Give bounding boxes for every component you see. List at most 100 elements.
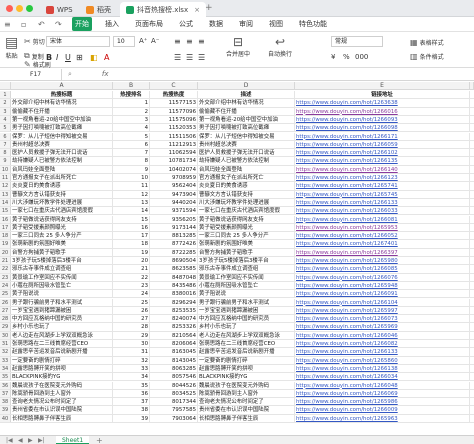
- row-number[interactable]: 9: [0, 157, 11, 165]
- table-cell[interactable]: https://www.douyin.com/hot/1265860: [295, 356, 470, 364]
- row-number[interactable]: 10: [0, 165, 11, 173]
- table-cell[interactable]: https://www.douyin.com/hot/1266048: [295, 381, 470, 389]
- table-cell[interactable]: 8813285: [150, 232, 198, 240]
- table-cell[interactable]: 贵州省委在市认识误中国陆院: [198, 406, 295, 414]
- first-sheet-icon[interactable]: |◀: [6, 436, 13, 444]
- table-cell[interactable]: 张萌新剧的氛围好唯美: [11, 240, 113, 248]
- table-cell[interactable]: 2: [113, 107, 150, 115]
- new-tab-icon[interactable]: +: [205, 3, 213, 13]
- column-title-cell[interactable]: 描述: [198, 91, 295, 99]
- table-cell[interactable]: 34: [113, 373, 150, 381]
- table-cell[interactable]: 官方通报女子在派出所死亡: [11, 174, 113, 182]
- table-cell[interactable]: https://www.douyin.com/hot/1266133: [295, 348, 470, 356]
- minimize-window-button[interactable]: [16, 5, 23, 12]
- add-sheet-icon[interactable]: +: [96, 436, 103, 444]
- row-number[interactable]: 21: [0, 257, 11, 265]
- table-cell[interactable]: https://www.douyin.com/hot/1266033: [295, 207, 470, 215]
- row-number[interactable]: 7: [0, 140, 11, 149]
- table-cell[interactable]: 8623585: [150, 265, 198, 273]
- table-cell[interactable]: 29: [113, 331, 150, 339]
- table-cell[interactable]: 张萌思路在二三线首席经营CEO: [198, 340, 295, 348]
- table-cell[interactable]: https://www.douyin.com/hot/1266098: [295, 124, 470, 132]
- table-cell[interactable]: 9440204: [150, 198, 198, 207]
- table-cell[interactable]: 11577096: [150, 107, 198, 115]
- table-cell[interactable]: 10: [113, 174, 150, 182]
- table-cell[interactable]: 台风玛娃全面登陆: [198, 165, 295, 173]
- table-cell[interactable]: 一家七口在重庆古代酒店宾馆度假: [198, 207, 295, 215]
- column-title-cell[interactable]: 热搜标题: [11, 91, 113, 99]
- table-cell[interactable]: 赵露思辛苦运发音后说新剧开播: [11, 348, 113, 356]
- table-cell[interactable]: https://www.douyin.com/hot/1266034: [295, 373, 470, 381]
- align-left-icon[interactable]: ☰: [174, 53, 181, 62]
- decrease-font-icon[interactable]: A⁻: [151, 37, 159, 45]
- table-style-button[interactable]: ▦ 表格样式: [410, 38, 444, 47]
- table-cell[interactable]: https://www.douyin.com/hot/1263638: [295, 99, 470, 107]
- row-number[interactable]: 30: [0, 331, 11, 339]
- table-cell[interactable]: 8487048: [150, 273, 198, 281]
- table-cell[interactable]: 8240074: [150, 315, 198, 323]
- row-number[interactable]: 16: [0, 215, 11, 223]
- font-name-select[interactable]: 宋体: [46, 36, 110, 47]
- row-number[interactable]: 8: [0, 149, 11, 157]
- table-cell[interactable]: https://www.douyin.com/hot/1266104: [295, 298, 470, 306]
- table-cell[interactable]: 8063285: [150, 364, 198, 373]
- table-cell[interactable]: 5: [113, 132, 150, 140]
- table-cell[interactable]: https://www.douyin.com/hot/1266085: [295, 265, 470, 273]
- table-cell[interactable]: 11062594: [150, 149, 198, 157]
- table-cell[interactable]: 16: [113, 223, 150, 232]
- table-cell[interactable]: 4: [113, 124, 150, 132]
- table-cell[interactable]: https://www.douyin.com/hot/1266082: [295, 340, 470, 348]
- font-size-select[interactable]: 10: [113, 36, 135, 47]
- table-cell[interactable]: https://www.douyin.com/hot/1266059: [295, 140, 470, 149]
- table-cell[interactable]: 38: [113, 406, 150, 414]
- paste-button[interactable]: ▤ 粘贴: [5, 35, 18, 60]
- table-cell[interactable]: 贵州村超总决赛: [11, 140, 113, 149]
- table-cell[interactable]: 8044526: [150, 381, 198, 389]
- table-cell[interactable]: 医护人员救援子弹无法开口说话: [11, 149, 113, 157]
- table-cell[interactable]: 保罗：从儿子短信中得知被交易: [198, 132, 295, 140]
- row-number[interactable]: 15: [0, 207, 11, 215]
- menu-home[interactable]: 开始: [72, 17, 92, 31]
- table-cell[interactable]: 25: [113, 298, 150, 306]
- conditional-format-button[interactable]: ▥ 条件格式: [410, 52, 444, 61]
- font-color-icon[interactable]: A: [104, 53, 109, 62]
- row-number[interactable]: 37: [0, 389, 11, 398]
- table-cell[interactable]: 偷偷藏不住开播: [198, 107, 295, 115]
- row-number[interactable]: 6: [0, 132, 11, 140]
- table-cell[interactable]: 8034525: [150, 389, 198, 398]
- table-cell[interactable]: 8253326: [150, 323, 198, 331]
- row-number[interactable]: 14: [0, 198, 11, 207]
- menu-insert[interactable]: 插入: [102, 17, 122, 31]
- maximize-window-button[interactable]: [26, 5, 33, 12]
- table-cell[interactable]: 39: [113, 414, 150, 422]
- table-cell[interactable]: 9708959: [150, 174, 198, 182]
- table-cell[interactable]: 台警方拘捕黄子韬歌手: [198, 248, 295, 256]
- table-cell[interactable]: 6: [113, 140, 150, 149]
- table-cell[interactable]: 18: [113, 240, 150, 248]
- table-cell[interactable]: 查询老夫情况公布时间定了: [198, 398, 295, 406]
- last-sheet-icon[interactable]: ▶|: [38, 436, 45, 444]
- table-cell[interactable]: 魏晨说孩子在医院变元外购码: [11, 381, 113, 389]
- table-cell[interactable]: https://www.douyin.com/hot/1266171: [295, 132, 470, 140]
- row-number[interactable]: 31: [0, 340, 11, 348]
- percent-icon[interactable]: %: [343, 53, 350, 61]
- table-cell[interactable]: https://www.douyin.com/hot/1267401: [295, 240, 470, 248]
- row-number[interactable]: 36: [0, 381, 11, 389]
- table-cell[interactable]: 3: [113, 115, 150, 124]
- table-cell[interactable]: 9473904: [150, 190, 198, 198]
- table-cell[interactable]: 张萌思路在二三线首席经营CEO: [11, 340, 113, 348]
- table-cell[interactable]: 一定要奋的剧情打碎: [198, 356, 295, 364]
- column-title-cell[interactable]: 链接地址: [295, 91, 470, 99]
- table-cell[interactable]: 黄子阻说说: [11, 290, 113, 298]
- table-cell[interactable]: 男子因打噴嚏被打致高位截瘫: [11, 124, 113, 132]
- tab-wps[interactable]: WPS: [40, 2, 79, 17]
- table-cell[interactable]: 8017344: [150, 398, 198, 406]
- table-cell[interactable]: 官方通报女子在派出所死亡: [198, 174, 295, 182]
- table-cell[interactable]: 一定要奋的剧情打碎: [11, 356, 113, 364]
- row-number[interactable]: 28: [0, 315, 11, 323]
- table-cell[interactable]: 36: [113, 389, 150, 398]
- table-cell[interactable]: 8435486: [150, 281, 198, 290]
- align-top-icon[interactable]: ≡: [174, 37, 181, 46]
- table-cell[interactable]: https://www.douyin.com/hot/1266140: [295, 165, 470, 173]
- menu-data[interactable]: 数据: [206, 17, 226, 31]
